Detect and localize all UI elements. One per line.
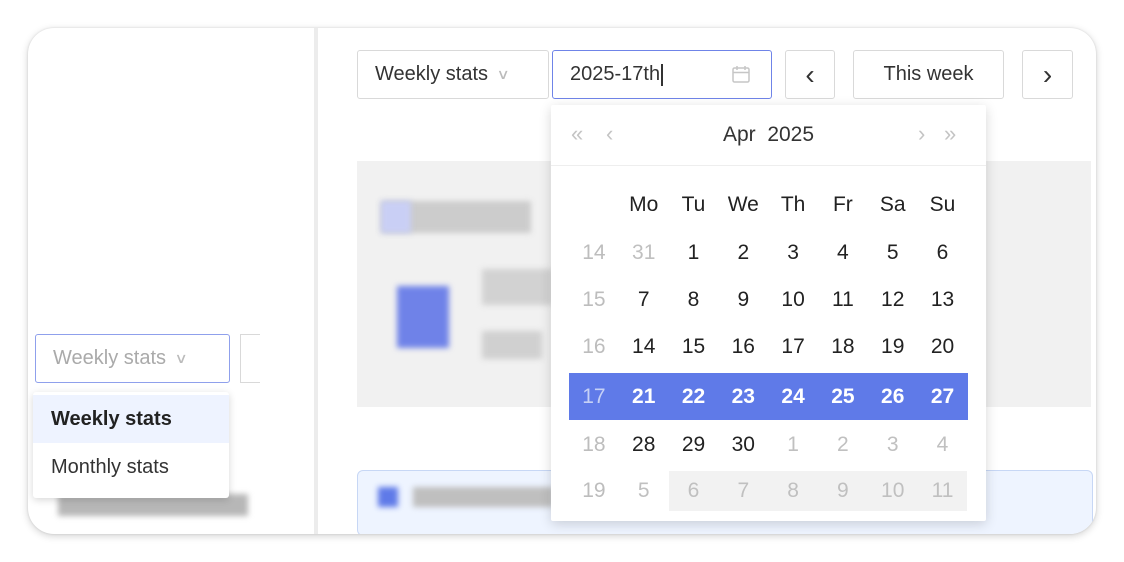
disabled-day-cell: 11 bbox=[917, 471, 968, 511]
date-input-value: 2025-17th bbox=[570, 63, 661, 85]
weekday-header-row: Mo Tu We Th Fr Sa Su bbox=[569, 185, 968, 225]
blurred-icon bbox=[381, 201, 411, 233]
week-row[interactable]: 15 7 8 9 10 11 12 13 bbox=[569, 280, 968, 320]
day-cell[interactable]: 9 bbox=[718, 280, 768, 320]
next-month-icon[interactable]: › bbox=[918, 121, 925, 147]
day-cell[interactable]: 26 bbox=[868, 373, 918, 420]
period-select-label: Weekly stats bbox=[375, 63, 488, 85]
day-cell[interactable]: 16 bbox=[718, 327, 768, 367]
disabled-day-cell: 10 bbox=[867, 471, 918, 511]
day-cell[interactable]: 2 bbox=[718, 233, 768, 273]
day-cell[interactable]: 11 bbox=[818, 280, 868, 320]
previous-week-button[interactable]: ‹ bbox=[785, 50, 835, 99]
disabled-day-cell: 7 bbox=[718, 471, 769, 511]
left-period-select[interactable]: Weekly stats ∨ bbox=[35, 334, 230, 383]
day-cell[interactable]: 22 bbox=[669, 373, 719, 420]
chevron-down-icon: ∨ bbox=[496, 66, 510, 82]
weekday-label: Mo bbox=[629, 193, 659, 216]
week-row[interactable]: 14 31 1 2 3 4 5 6 bbox=[569, 233, 968, 273]
chevron-left-icon: ‹ bbox=[805, 58, 815, 90]
this-week-button[interactable]: This week bbox=[853, 50, 1004, 99]
week-number: 17 bbox=[582, 384, 606, 408]
day-cell[interactable]: 28 bbox=[619, 425, 669, 465]
day-cell[interactable]: 4 bbox=[918, 425, 968, 465]
disabled-day-cell: 8 bbox=[768, 471, 818, 511]
day-cell[interactable]: 6 bbox=[918, 233, 968, 273]
day-cell[interactable]: 12 bbox=[868, 280, 918, 320]
day-cell[interactable]: 1 bbox=[669, 233, 719, 273]
day-cell[interactable]: 10 bbox=[768, 280, 818, 320]
week-row[interactable]: 18 28 29 30 1 2 3 4 bbox=[569, 425, 968, 465]
day-cell[interactable]: 3 bbox=[868, 425, 918, 465]
month-label[interactable]: Apr bbox=[723, 123, 756, 146]
left-input-partial[interactable] bbox=[240, 334, 260, 383]
week-number: 16 bbox=[582, 335, 606, 358]
selected-week-row[interactable]: 17 21 22 23 24 25 26 27 bbox=[569, 373, 968, 420]
day-cell[interactable]: 5 bbox=[868, 233, 918, 273]
text-caret bbox=[661, 63, 663, 86]
blurred-banner-icon bbox=[378, 487, 398, 507]
weekday-label: Sa bbox=[879, 193, 906, 216]
day-cell[interactable]: 20 bbox=[918, 327, 968, 367]
day-cell[interactable]: 25 bbox=[818, 373, 868, 420]
week-row[interactable]: 16 14 15 16 17 18 19 20 bbox=[569, 327, 968, 367]
day-cell[interactable]: 7 bbox=[619, 280, 669, 320]
day-cell[interactable]: 21 bbox=[619, 373, 669, 420]
weekday-label: We bbox=[727, 193, 759, 216]
next-year-icon[interactable]: » bbox=[944, 121, 956, 147]
day-cell[interactable]: 18 bbox=[818, 327, 868, 367]
calendar-icon bbox=[731, 64, 751, 90]
left-select-label: Weekly stats bbox=[53, 347, 166, 369]
day-cell[interactable]: 14 bbox=[619, 327, 669, 367]
day-cell[interactable]: 13 bbox=[918, 280, 968, 320]
blurred-graphic-icon bbox=[397, 286, 449, 348]
disabled-day-cell: 9 bbox=[818, 471, 868, 511]
chevron-down-icon: ∨ bbox=[174, 350, 188, 366]
week-picker-popup: « ‹ Apr 2025 › » Mo Tu We Th Fr Sa Su 14 bbox=[551, 105, 986, 521]
week-number: 14 bbox=[582, 241, 606, 264]
day-cell[interactable]: 30 bbox=[718, 425, 768, 465]
day-cell[interactable]: 24 bbox=[768, 373, 818, 420]
this-week-label: This week bbox=[883, 63, 974, 85]
period-dropdown: Weekly stats Monthly stats bbox=[33, 392, 229, 498]
picker-header: « ‹ Apr 2025 › » bbox=[551, 105, 986, 166]
day-cell[interactable]: 17 bbox=[768, 327, 818, 367]
week-number: 18 bbox=[582, 433, 606, 456]
day-cell[interactable]: 2 bbox=[818, 425, 868, 465]
weekday-label: Su bbox=[929, 193, 956, 216]
dropdown-option-weekly[interactable]: Weekly stats bbox=[33, 395, 229, 443]
day-cell[interactable]: 8 bbox=[669, 280, 719, 320]
day-cell[interactable]: 1 bbox=[768, 425, 818, 465]
blurred-text bbox=[482, 269, 552, 305]
year-label[interactable]: 2025 bbox=[767, 123, 814, 146]
day-cell[interactable]: 3 bbox=[768, 233, 818, 273]
day-cell[interactable]: 5 bbox=[619, 471, 669, 511]
week-number: 15 bbox=[582, 288, 606, 311]
day-cell[interactable]: 4 bbox=[818, 233, 868, 273]
weekday-label: Fr bbox=[832, 193, 853, 216]
day-cell[interactable]: 31 bbox=[619, 233, 669, 273]
next-week-button[interactable]: › bbox=[1022, 50, 1073, 99]
week-number: 19 bbox=[582, 479, 606, 502]
day-cell[interactable]: 15 bbox=[669, 327, 719, 367]
chevron-right-icon: › bbox=[1042, 58, 1053, 90]
blurred-text bbox=[482, 331, 542, 359]
period-select[interactable]: Weekly stats ∨ bbox=[357, 50, 549, 99]
day-cell[interactable]: 19 bbox=[868, 327, 918, 367]
blurred-banner-text bbox=[413, 487, 553, 507]
dropdown-option-monthly[interactable]: Monthly stats bbox=[33, 443, 229, 491]
day-cell[interactable]: 23 bbox=[718, 373, 768, 420]
week-row[interactable]: 19 5 6 7 8 9 10 11 bbox=[569, 471, 968, 511]
week-date-input[interactable]: 2025-17th bbox=[552, 50, 772, 99]
app-window: Weekly stats ∨ 2025-17th ‹ This week › W… bbox=[28, 28, 1096, 534]
panel-divider bbox=[314, 28, 318, 534]
weekday-label: Tu bbox=[681, 193, 706, 216]
disabled-day-cell: 6 bbox=[668, 471, 719, 511]
weekday-label: Th bbox=[780, 193, 806, 216]
day-cell[interactable]: 29 bbox=[669, 425, 719, 465]
day-cell[interactable]: 27 bbox=[918, 373, 968, 420]
